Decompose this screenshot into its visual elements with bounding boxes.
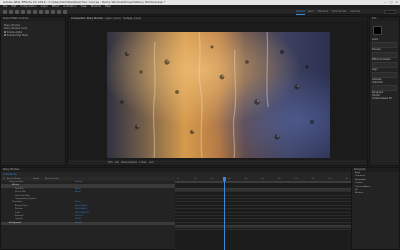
workspace-tab-libraries[interactable]: Libraries (350, 10, 360, 15)
align-buttons[interactable] (372, 71, 397, 78)
type-tool-icon[interactable] (57, 10, 61, 14)
column-mode[interactable]: Mode (33, 178, 39, 180)
audio-meter (372, 41, 397, 48)
camera-tool-icon[interactable] (33, 10, 37, 14)
composition-frame-image[interactable] (107, 32, 330, 158)
home-icon[interactable] (3, 10, 7, 14)
checkbox[interactable] (4, 31, 6, 34)
work-area-bar[interactable] (175, 181, 351, 183)
tab-footage[interactable]: Footage: (none) (123, 17, 141, 20)
ruler-tick-label: 10s (345, 178, 349, 180)
ruler-tick-label: 03s (227, 178, 231, 180)
layer-property-label: Background (9, 221, 21, 224)
effects-search-input[interactable] (372, 61, 397, 68)
character-controls[interactable] (372, 84, 397, 91)
info-panel-stack: Info Audio Preview Effects & Presets Ali… (369, 16, 400, 166)
workspace-tab-learn[interactable]: Learn (308, 10, 315, 15)
ruler-tick-label: 07s (294, 178, 298, 180)
brush-tool-icon[interactable] (63, 10, 67, 14)
ruler-tick-label: 05s (261, 178, 265, 180)
column-number: # (3, 178, 5, 180)
ruler-tick-label: 0s (177, 178, 180, 180)
current-time-indicator[interactable] (224, 177, 225, 250)
views-select[interactable]: 1 View (139, 161, 146, 164)
paragraph-panel: Paragraph Align Character Paragraph Tracker… (351, 167, 400, 250)
resolution-select[interactable]: Full (115, 161, 119, 164)
layer-list: Rainy Window Normal Effects Fast Blur Reset V… (1, 181, 175, 250)
exposure-value[interactable]: +0.0 (148, 161, 153, 164)
selection-tool-icon[interactable] (9, 10, 13, 14)
ruler-tick-label: 04s (244, 178, 248, 180)
viewer-controls-bar: 50% Full Active Camera 1 View +0.0 (68, 160, 367, 165)
ruler-tick-label: 08s (311, 178, 315, 180)
layer-property-value[interactable]: Normal (75, 222, 82, 225)
timeline-panel: Rainy Window 0;00;02;12 # Source Name Mo… (0, 167, 400, 250)
zoom-tool-icon[interactable] (21, 10, 25, 14)
workspace-tab-small-screen[interactable]: Small Screen (331, 10, 347, 15)
magnification-select[interactable]: 50% (108, 161, 113, 164)
workspace-tab-default[interactable]: Default (296, 10, 305, 15)
workspace-tabs: Default Learn Standard Small Screen Libr… (296, 10, 360, 15)
panel-list-item[interactable]: Brushes (352, 192, 399, 195)
pan-behind-tool-icon[interactable] (39, 10, 43, 14)
preview-controls[interactable] (372, 51, 397, 58)
layer-row[interactable]: Background Normal (1, 221, 175, 226)
timeline-tracks[interactable]: 0s 01s 02s 03s 04s 05s 06s 07s 08s 09s 10s (175, 177, 351, 250)
project-panel: Project Effect Controls Rainy Window Rai… (0, 16, 66, 166)
playhead-handle[interactable] (222, 177, 227, 181)
shape-tool-icon[interactable] (45, 10, 49, 14)
pen-tool-icon[interactable] (51, 10, 55, 14)
panel-section-content-aware-fill[interactable]: Content-Aware Fill (370, 97, 399, 100)
ruler-tick-label: 06s (277, 178, 282, 180)
color-swatch (373, 26, 382, 35)
tab-composition[interactable]: Composition: Rainy Window (71, 17, 103, 20)
rainy-window-preview (107, 32, 330, 158)
column-source-name[interactable]: Source Name (7, 178, 21, 180)
layer-duration-bar[interactable] (175, 187, 351, 191)
window-title: Adobe After Effects CC 2019 - C:\Users\G… (3, 0, 166, 4)
enable-edge-mask-option[interactable]: Enable Edge Mask (1, 34, 65, 37)
ruler-tick-label: 09s (328, 178, 332, 180)
workspace-tab-standard[interactable]: Standard (317, 10, 328, 15)
rotate-tool-icon[interactable] (27, 10, 31, 14)
tab-layer[interactable]: Layer: (none) (105, 17, 120, 20)
hand-tool-icon[interactable] (15, 10, 19, 14)
layer-duration-bar[interactable] (175, 225, 351, 229)
ruler-tick-label: 01s (193, 178, 198, 180)
camera-select[interactable]: Active Camera (121, 161, 137, 164)
ruler-tick-label: 02s (210, 178, 214, 180)
column-parent[interactable]: Parent & Link (45, 178, 59, 180)
search-help-input[interactable] (384, 10, 396, 14)
tools-toolbar: Default Learn Standard Small Screen Libr… (0, 9, 400, 15)
viewer-tabs: Composition: Rainy Window Layer: (none) … (68, 17, 367, 21)
checkbox[interactable] (4, 34, 6, 37)
composition-viewer: Composition: Rainy Window Layer: (none) … (67, 16, 368, 166)
